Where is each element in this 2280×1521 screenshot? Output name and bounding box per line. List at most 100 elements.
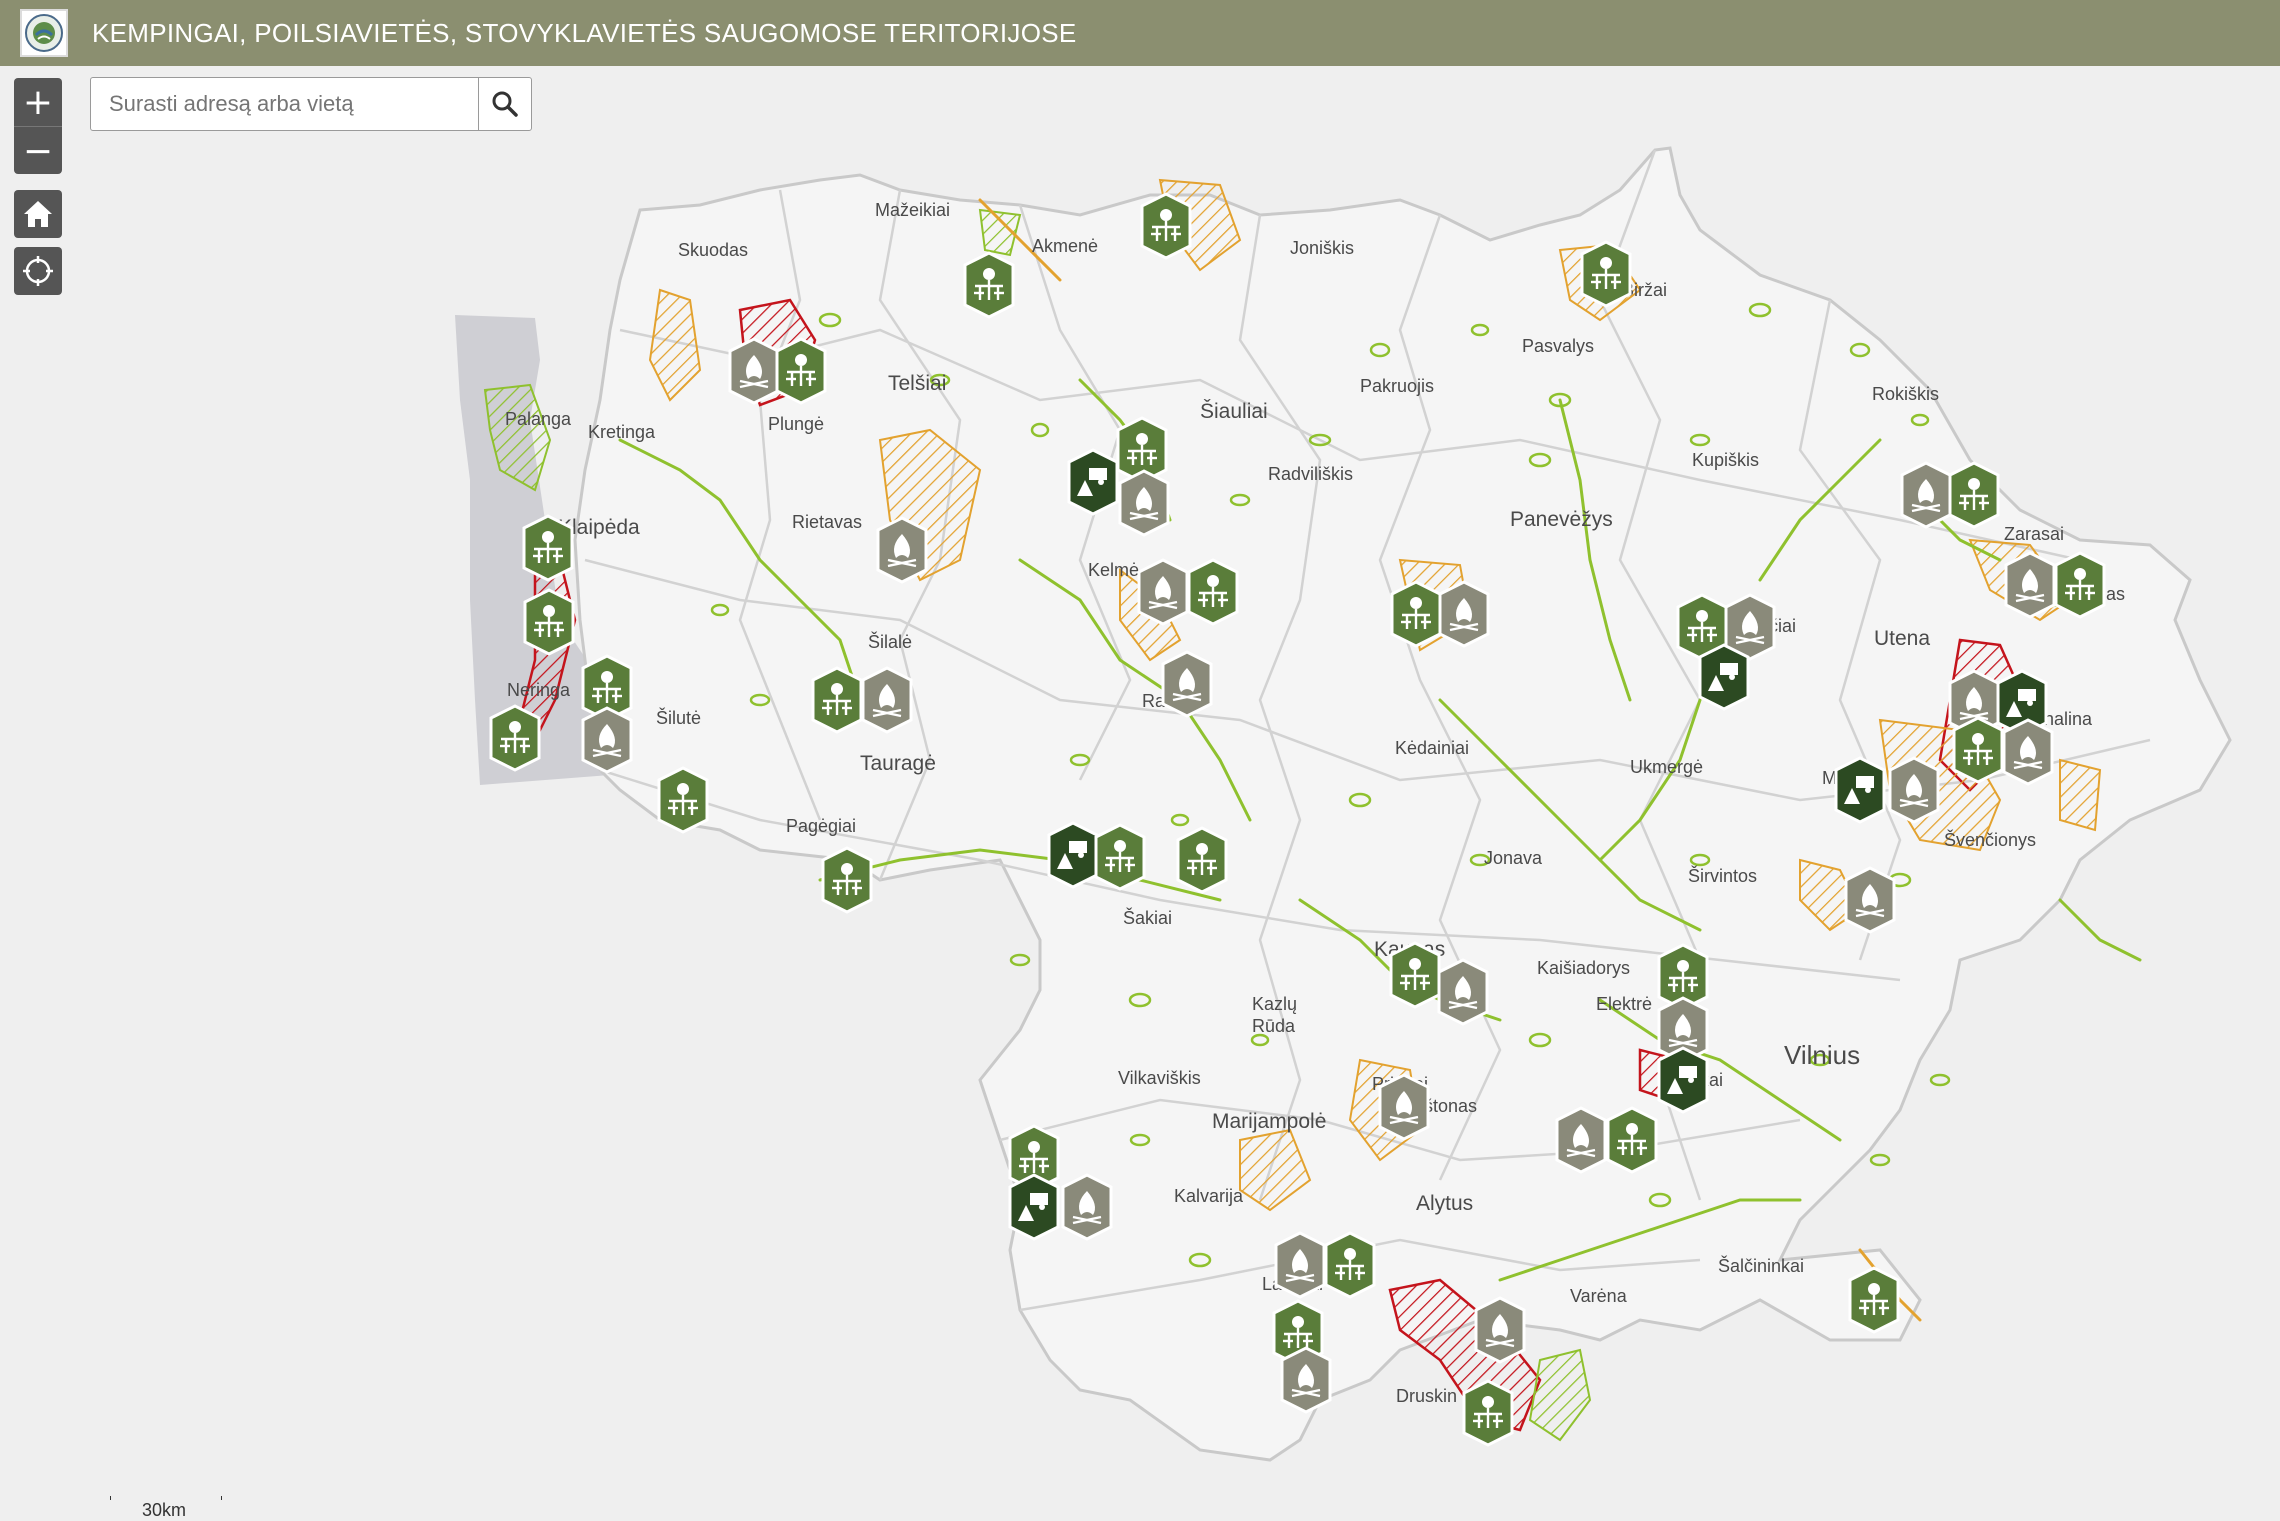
city-label: Neringa <box>507 680 571 700</box>
campfire-marker[interactable] <box>1118 469 1170 537</box>
search-button[interactable] <box>478 78 531 130</box>
campsite-marker[interactable] <box>1462 1379 1514 1447</box>
camping-marker[interactable] <box>1067 448 1119 516</box>
campfire-marker[interactable] <box>1161 650 1213 718</box>
home-icon <box>24 201 52 227</box>
city-label: Palanga <box>505 409 572 429</box>
search-input[interactable] <box>91 78 478 130</box>
search-bar <box>90 77 532 131</box>
city-label: Švenčionys <box>1944 829 2036 850</box>
campsite-marker[interactable] <box>1094 823 1146 891</box>
city-label: Varėna <box>1570 1286 1628 1306</box>
campfire-marker[interactable] <box>1844 866 1896 934</box>
city-label: Pagėgiai <box>786 816 856 836</box>
campsite-marker[interactable] <box>1140 192 1192 260</box>
campsite-marker[interactable] <box>821 846 873 914</box>
campfire-marker[interactable] <box>861 666 913 734</box>
city-label: Panevėžys <box>1510 508 1613 531</box>
city-label: Alytus <box>1416 1192 1473 1215</box>
campsite-marker[interactable] <box>523 588 575 656</box>
locate-button[interactable] <box>14 247 62 295</box>
city-label: Šakiai <box>1123 907 1172 928</box>
home-button[interactable] <box>14 190 62 238</box>
city-label: Kazlų <box>1252 994 1297 1014</box>
campfire-marker[interactable] <box>1378 1073 1430 1141</box>
campsite-marker[interactable] <box>1390 580 1442 648</box>
city-label: Jonava <box>1484 848 1543 868</box>
campsite-marker[interactable] <box>657 766 709 834</box>
campfire-marker[interactable] <box>2002 718 2054 786</box>
campsite-marker[interactable] <box>522 514 574 582</box>
campsite-marker[interactable] <box>1389 941 1441 1009</box>
camping-marker[interactable] <box>1834 756 1886 824</box>
city-label: Utena <box>1874 627 1930 650</box>
campfire-marker[interactable] <box>1137 558 1189 626</box>
city-label: Kaišiadorys <box>1537 958 1630 978</box>
city-label: Radviliškis <box>1268 464 1353 484</box>
city-label: Joniškis <box>1290 238 1354 258</box>
city-label: Kalvarija <box>1174 1186 1244 1206</box>
camping-marker[interactable] <box>1657 1046 1709 1114</box>
city-label: Kretinga <box>588 422 656 442</box>
city-label: Vilnius <box>1784 1040 1860 1070</box>
campfire-marker[interactable] <box>1280 1346 1332 1414</box>
city-label: Pakruojis <box>1360 376 1434 396</box>
scale-label: 30km <box>142 1500 187 1520</box>
city-label: Skuodas <box>678 240 748 260</box>
city-label: Akmenė <box>1032 236 1098 256</box>
city-label: Vilkaviškis <box>1118 1068 1201 1088</box>
campfire-marker[interactable] <box>1438 580 1490 648</box>
campsite-marker[interactable] <box>2054 551 2106 619</box>
city-label: Rokiškis <box>1872 384 1939 404</box>
campsite-marker[interactable] <box>1580 240 1632 308</box>
camping-marker[interactable] <box>1698 643 1750 711</box>
campsite-marker[interactable] <box>1952 716 2004 784</box>
campfire-marker[interactable] <box>728 337 780 405</box>
city-label: Šiauliai <box>1200 400 1268 423</box>
campfire-marker[interactable] <box>876 516 928 584</box>
city-label: Šilalė <box>868 631 912 652</box>
city-label: Rietavas <box>792 512 862 532</box>
campfire-marker[interactable] <box>1900 461 1952 529</box>
campsite-marker[interactable] <box>963 251 1015 319</box>
campfire-marker[interactable] <box>1274 1231 1326 1299</box>
campsite-marker[interactable] <box>1606 1106 1658 1174</box>
zoom-out-button[interactable]: − <box>14 127 62 174</box>
city-label: Pasvalys <box>1522 336 1594 356</box>
campsite-marker[interactable] <box>1187 558 1239 626</box>
zoom-controls: + − <box>14 78 62 174</box>
campsite-marker[interactable] <box>775 337 827 405</box>
city-label: Kupiškis <box>1692 450 1759 470</box>
campfire-marker[interactable] <box>1437 958 1489 1026</box>
city-label: Šalčininkai <box>1718 1255 1804 1276</box>
campsite-marker[interactable] <box>1324 1231 1376 1299</box>
camping-marker[interactable] <box>1047 821 1099 889</box>
city-label: Telšiai <box>888 372 946 395</box>
campfire-marker[interactable] <box>1555 1106 1607 1174</box>
search-icon <box>492 91 518 117</box>
city-label: Tauragė <box>860 752 936 775</box>
city-label: Elektrė <box>1596 994 1652 1014</box>
campfire-marker[interactable] <box>581 706 633 774</box>
campsite-marker[interactable] <box>489 704 541 772</box>
camping-marker[interactable] <box>1008 1173 1060 1241</box>
campfire-marker[interactable] <box>1061 1173 1113 1241</box>
campsite-marker[interactable] <box>1176 826 1228 894</box>
city-label: Rūda <box>1252 1016 1296 1036</box>
campsite-marker[interactable] <box>1848 1266 1900 1334</box>
city-label: Mažeikiai <box>875 200 950 220</box>
city-label: Zarasai <box>2004 524 2064 544</box>
city-label: Plungė <box>768 414 824 434</box>
campfire-marker[interactable] <box>1888 756 1940 824</box>
city-label: Marijampolė <box>1212 1110 1326 1133</box>
city-label: Šilutė <box>656 707 701 728</box>
campsite-marker[interactable] <box>811 666 863 734</box>
locate-icon <box>23 256 53 286</box>
city-label: Druskin <box>1396 1386 1457 1406</box>
city-label: Ukmergė <box>1630 757 1703 777</box>
campfire-marker[interactable] <box>1474 1296 1526 1364</box>
campsite-marker[interactable] <box>1948 461 2000 529</box>
campfire-marker[interactable] <box>2004 551 2056 619</box>
map-canvas[interactable]: Mažeikiai Akmenė Joniškis Biržai Skuodas… <box>0 0 2280 1520</box>
zoom-in-button[interactable]: + <box>14 78 62 126</box>
